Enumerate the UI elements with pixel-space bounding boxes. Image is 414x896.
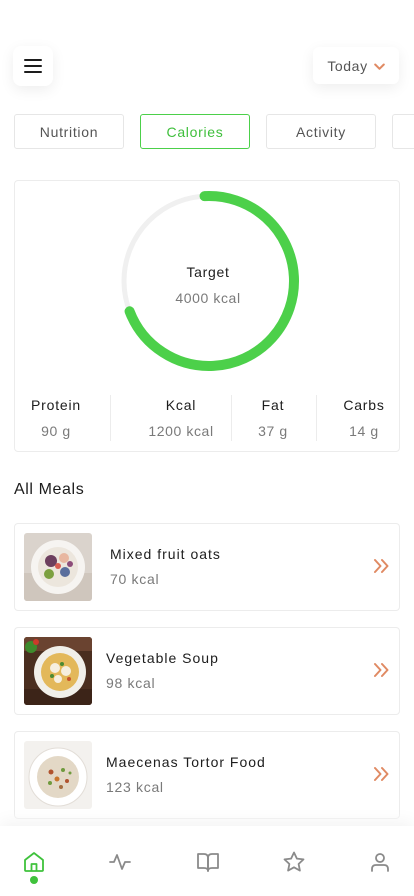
stat-label: Kcal — [165, 397, 197, 413]
user-profile-icon[interactable] — [368, 850, 392, 874]
tab-partial[interactable] — [392, 114, 414, 149]
meal-name: Mixed fruit oats — [110, 546, 221, 562]
stat-fat: Fat 37 g — [247, 395, 299, 441]
calorie-progress-ring — [119, 191, 299, 371]
tab-label: Nutrition — [39, 123, 99, 140]
meal-name: Maecenas Tortor Food — [106, 754, 266, 770]
meal-kcal: 98 kcal — [106, 675, 156, 691]
stat-label: Fat — [261, 397, 285, 413]
double-chevron-right-icon[interactable] — [373, 766, 391, 787]
stat-carbs: Carbs 14 g — [333, 395, 395, 441]
stat-protein: Protein 90 g — [15, 395, 97, 441]
stat-divider — [231, 395, 232, 441]
stat-label: Carbs — [343, 397, 385, 413]
meal-card[interactable]: Maecenas Tortor Food 123 kcal — [14, 731, 400, 819]
stat-divider — [110, 395, 111, 441]
double-chevron-right-icon[interactable] — [373, 662, 391, 683]
meal-card[interactable]: Mixed fruit oats 70 kcal — [14, 523, 400, 611]
all-meals-heading: All Meals — [14, 481, 85, 498]
vegetable-soup-bowl-photo — [24, 637, 92, 705]
meal-card[interactable]: Vegetable Soup 98 kcal — [14, 627, 400, 715]
calorie-progress-arc — [119, 191, 299, 371]
stat-kcal: Kcal 1200 kcal — [125, 395, 237, 441]
active-tab-indicator — [30, 876, 38, 884]
meal-kcal: 70 kcal — [110, 571, 160, 587]
chevron-down-icon — [373, 58, 385, 74]
calorie-summary-card: Target 4000 kcal Protein 90 g Kcal 1200 … — [14, 180, 400, 452]
date-filter-label: Today — [327, 57, 368, 74]
meal-kcal: 123 kcal — [106, 779, 164, 795]
target-value: 4000 kcal — [175, 290, 241, 306]
stat-divider — [316, 395, 317, 441]
activity-pulse-icon[interactable] — [108, 850, 132, 874]
porridge-bowl-photo — [24, 741, 92, 809]
stat-value: 1200 kcal — [148, 423, 214, 439]
double-chevron-right-icon[interactable] — [373, 558, 391, 579]
open-book-icon[interactable] — [196, 850, 220, 874]
stat-value: 90 g — [41, 423, 71, 439]
stat-label: Protein — [31, 397, 81, 413]
menu-button[interactable] — [13, 46, 53, 86]
tab-activity[interactable]: Activity — [266, 114, 376, 149]
macro-stats: Protein 90 g Kcal 1200 kcal Fat 37 g Car… — [15, 395, 401, 441]
tab-label: Calories — [166, 123, 224, 140]
hamburger-menu-icon — [24, 59, 42, 73]
star-icon[interactable] — [282, 850, 306, 874]
tab-calories[interactable]: Calories — [140, 114, 250, 149]
target-label: Target — [186, 264, 230, 280]
home-icon[interactable] — [22, 850, 46, 874]
date-filter-dropdown[interactable]: Today — [313, 47, 399, 84]
meal-name: Vegetable Soup — [106, 650, 219, 666]
category-tabs: Nutrition Calories Activity — [14, 114, 414, 150]
scroll-fade — [0, 812, 414, 826]
tab-nutrition[interactable]: Nutrition — [14, 114, 124, 149]
stat-value: 14 g — [349, 423, 379, 439]
bottom-navigation — [0, 826, 414, 896]
stat-value: 37 g — [258, 423, 288, 439]
tab-label: Activity — [296, 123, 346, 140]
fruit-oats-bowl-photo — [24, 533, 92, 601]
